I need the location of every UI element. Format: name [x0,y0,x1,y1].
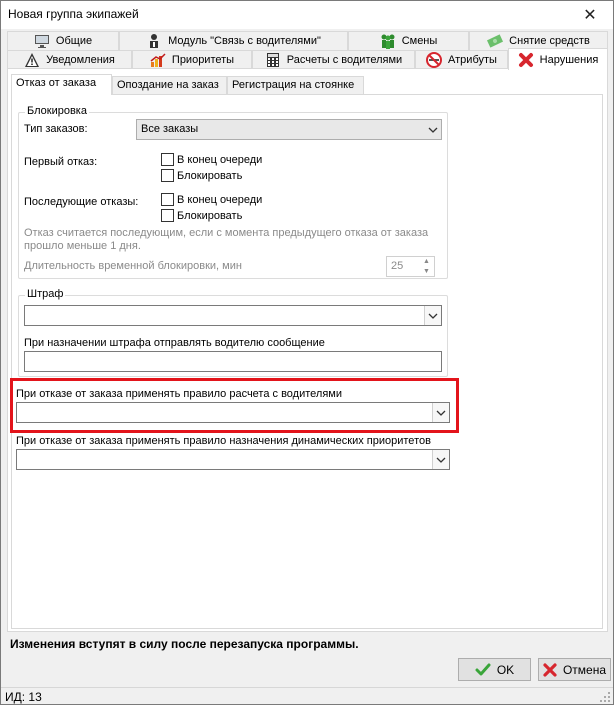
window-title: Новая группа экипажей [8,7,139,21]
tab-attributes-label: Атрибуты [448,54,497,66]
chevron-down-icon [424,306,441,325]
status-bar: ИД: 13 [1,687,613,705]
tab-driver-payments-label: Расчеты с водителями [286,54,403,66]
next-refusal-block-checkbox[interactable]: Блокировать [161,209,242,222]
tab-row-bottom: Уведомления Приоритеты Расчеты с водител… [7,48,608,70]
subtab-late-for-order[interactable]: Опоздание на заказ [112,76,227,94]
driver-rule-label: При отказе от заказа применять правило р… [16,388,342,400]
priority-rule-select[interactable] [16,449,450,470]
fine-message-input[interactable] [24,351,442,372]
first-refusal-block-checkbox[interactable]: Блокировать [161,169,242,182]
fine-select[interactable] [24,305,442,326]
tab-priorities[interactable]: Приоритеты [132,50,252,69]
refusal-note-line1: Отказ считается последующим, если с моме… [24,227,429,239]
checkbox-box[interactable] [161,153,174,166]
title-bar: Новая группа экипажей ✕ [1,1,613,29]
next-refusal-label: Последующие отказы: [24,196,139,208]
tab-withdrawals-label: Снятие средств [509,35,590,47]
cancel-button[interactable]: Отмена [538,658,611,681]
chevron-down-icon [432,450,449,469]
calculator-icon [266,53,279,67]
checkbox-box[interactable] [161,193,174,206]
next-refusal-queue-end-checkbox[interactable]: В конец очереди [161,193,262,206]
close-button[interactable]: ✕ [567,1,613,29]
checkbox-label: В конец очереди [177,193,263,206]
record-id: ИД: 13 [5,690,42,704]
subtab-late-for-order-label: Опоздание на заказ [117,79,219,91]
fine-message-label: При назначении штрафа отправлять водител… [24,337,325,349]
violations-panel: Отказ от заказа Опоздание на заказ Регис… [7,68,608,632]
tab-driver-payments[interactable]: Расчеты с водителями [252,50,415,69]
driver-rule-select[interactable] [16,402,450,423]
chevron-down-icon [432,403,449,422]
refusal-note-line2: прошло меньше 1 дня. [24,240,141,252]
tab-driver-module[interactable]: Модуль "Связь с водителями" [119,31,348,50]
checkbox-label: В конец очереди [177,153,263,166]
tab-shifts[interactable]: Смены [348,31,469,50]
tab-general[interactable]: Общие [7,31,119,50]
block-duration-label: Длительность временной блокировки, мин [24,260,242,272]
subtab-order-refusal-label: Отказ от заказа [16,77,97,89]
tab-violations[interactable]: Нарушения [508,48,608,70]
order-refusal-panel: Блокировка Тип заказов: Все заказы Первы… [10,94,603,629]
checkbox-label: Блокировать [177,209,243,222]
tab-priorities-label: Приоритеты [171,54,235,66]
ok-button-label: OK [496,662,515,677]
priority-rule-label: При отказе от заказа применять правило н… [16,435,431,447]
fine-group-label: Штраф [25,288,66,300]
checkbox-box[interactable] [161,169,174,182]
check-icon [475,663,491,675]
chevron-down-icon [424,120,441,139]
priority-chart-icon [150,53,166,67]
dialog-window: Новая группа экипажей ✕ Общие Модуль "Св… [0,0,614,705]
spin-up-icon[interactable]: ▲ [419,257,434,266]
block-duration-spinner[interactable]: 25 ▲ ▼ [386,256,435,277]
subtab-order-refusal[interactable]: Отказ от заказа [11,74,112,95]
first-refusal-label: Первый отказ: [24,156,98,168]
order-type-label: Тип заказов: [24,123,88,135]
driver-icon [150,34,159,48]
tab-attributes[interactable]: Атрибуты [415,50,508,69]
restart-notice: Изменения вступят в силу после перезапус… [10,637,359,651]
resize-grip-icon[interactable] [599,691,611,703]
tab-notifications-label: Уведомления [46,54,115,66]
block-duration-value: 25 [391,260,404,272]
ok-button[interactable]: OK [458,658,531,681]
checkbox-label: Блокировать [177,169,243,182]
spin-down-icon[interactable]: ▼ [419,267,434,276]
tab-violations-label: Нарушения [539,53,599,66]
first-refusal-queue-end-checkbox[interactable]: В конец очереди [161,153,262,166]
tab-shifts-label: Смены [401,35,438,47]
close-icon [543,662,557,677]
order-type-select[interactable]: Все заказы [136,119,442,140]
tab-general-label: Общие [55,35,93,47]
order-type-value: Все заказы [141,123,199,135]
blocking-group-label: Блокировка [25,105,89,117]
checkbox-box[interactable] [161,209,174,222]
monitor-icon [34,35,49,48]
cancel-button-label: Отмена [562,662,607,677]
subtab-parking-registration-label: Регистрация на стоянке [232,79,355,91]
people-icon [381,34,395,49]
money-icon [487,34,504,48]
subtab-parking-registration[interactable]: Регистрация на стоянке [227,76,364,94]
tab-notifications[interactable]: Уведомления [7,50,132,69]
no-smoking-icon [426,52,443,68]
tab-driver-module-label: Модуль "Связь с водителями" [168,35,321,47]
red-x-icon [518,52,533,67]
warning-icon [25,53,40,67]
